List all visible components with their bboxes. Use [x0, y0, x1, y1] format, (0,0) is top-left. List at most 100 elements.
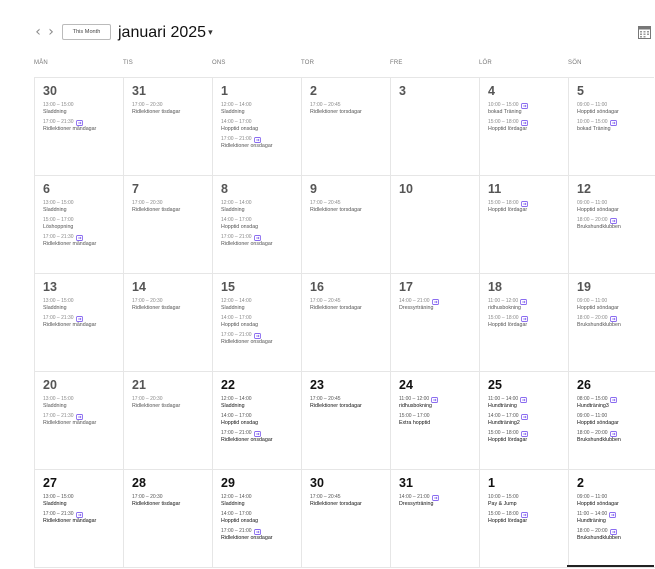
calendar-event[interactable]: 14:00 – 17:00 Hopptid onsdag — [221, 119, 301, 133]
calendar-event[interactable]: 12:00 – 14:00 Sladdning — [221, 494, 301, 508]
calendar-event[interactable]: 15:00 – 18:00 Hopptid lördagar — [488, 430, 568, 444]
calendar-event[interactable]: 13:00 – 15:00 Sladdning — [43, 200, 123, 214]
day-cell[interactable]: 3 — [391, 78, 480, 176]
calendar-event[interactable]: 15:00 – 18:00 Hopptid lördagar — [488, 315, 568, 329]
calendar-event[interactable]: 18:00 – 20:00 Brukshundklubben — [577, 217, 655, 231]
day-cell[interactable]: 27 13:00 – 15:00 Sladdning 17:00 – 21:30 Rid… — [35, 470, 124, 568]
day-cell[interactable]: 2 09:00 – 11:00 Hopptid söndagar 11:00 – 14… — [569, 470, 655, 568]
month-picker[interactable]: januari 2025 ▾ — [118, 22, 213, 42]
calendar-event[interactable]: 17:00 – 20:30 Ridlektioner tisdagar — [132, 396, 212, 410]
calendar-event[interactable]: 11:00 – 14:00 Hundträning — [488, 396, 568, 410]
day-cell[interactable]: 29 12:00 – 14:00 Sladdning 14:00 – 17:00 Hop… — [213, 470, 302, 568]
day-cell[interactable]: 19 09:00 – 11:00 Hopptid söndagar 18:00 – 2… — [569, 274, 655, 372]
calendar-event[interactable]: 12:00 – 14:00 Sladdning — [221, 396, 301, 410]
day-cell[interactable]: 5 09:00 – 11:00 Hopptid söndagar 10:00 – 15… — [569, 78, 655, 176]
calendar-event[interactable]: 10:00 – 15:00 Pay & Jump — [488, 494, 568, 508]
calendar-event[interactable]: 17:00 – 20:45 Ridlektioner torsdagar — [310, 494, 390, 508]
day-cell[interactable]: 14 17:00 – 20:30 Ridlektioner tisdagar — [124, 274, 213, 372]
day-cell[interactable]: 30 13:00 – 15:00 Sladdning 17:00 – 21:30 Rid… — [35, 78, 124, 176]
calendar-event[interactable]: 17:00 – 20:45 Ridlektioner torsdagar — [310, 298, 390, 312]
day-cell[interactable]: 31 17:00 – 20:30 Ridlektioner tisdagar — [124, 78, 213, 176]
calendar-event[interactable]: 11:00 – 14:00 Hundträning — [577, 511, 655, 525]
day-cell[interactable]: 23 17:00 – 20:45 Ridlektioner torsdagar — [302, 372, 391, 470]
calendar-event[interactable]: 11:00 – 12:00 ridhusbokning — [399, 396, 479, 410]
calendar-event[interactable]: 17:00 – 20:45 Ridlektioner torsdagar — [310, 396, 390, 410]
day-cell[interactable]: 1 12:00 – 14:00 Sladdning 14:00 – 17:00 Hopp… — [213, 78, 302, 176]
calendar-event[interactable]: 17:00 – 21:00 Ridlektioner onsdagar — [221, 528, 301, 542]
calendar-event[interactable]: 13:00 – 15:00 Sladdning — [43, 298, 123, 312]
calendar-event[interactable]: 17:00 – 20:30 Ridlektioner tisdagar — [132, 200, 212, 214]
day-cell[interactable]: 22 12:00 – 14:00 Sladdning 14:00 – 17:00 Hop… — [213, 372, 302, 470]
calendar-event[interactable]: 17:00 – 20:30 Ridlektioner tisdagar — [132, 298, 212, 312]
day-cell[interactable]: 31 14:00 – 21:00 Dressyrträning — [391, 470, 480, 568]
day-cell[interactable]: 28 17:00 – 20:30 Ridlektioner tisdagar — [124, 470, 213, 568]
calendar-event[interactable]: 09:00 – 11:00 Hopptid söndagar — [577, 413, 655, 427]
calendar-event[interactable]: 17:00 – 21:30 Ridlektioner måndagar — [43, 119, 123, 133]
calendar-event[interactable]: 15:00 – 17:00 Extra hopptid — [399, 413, 479, 427]
calendar-event[interactable]: 17:00 – 21:30 Ridlektioner måndagar — [43, 511, 123, 525]
calendar-event[interactable]: 14:00 – 17:00 Hopptid onsdag — [221, 217, 301, 231]
day-cell[interactable]: 16 17:00 – 20:45 Ridlektioner torsdagar — [302, 274, 391, 372]
calendar-event[interactable]: 14:00 – 21:00 Dressyrträning — [399, 494, 479, 508]
calendar-event[interactable]: 12:00 – 14:00 Sladdning — [221, 102, 301, 116]
calendar-event[interactable]: 17:00 – 20:30 Ridlektioner tisdagar — [132, 494, 212, 508]
day-cell[interactable]: 10 — [391, 176, 480, 274]
calendar-event[interactable]: 10:00 – 15:00 bokad Träning — [577, 119, 655, 133]
day-cell[interactable]: 4 10:00 – 15:00 bokad Träning 15:00 – 18:00… — [480, 78, 569, 176]
day-cell[interactable]: 20 13:00 – 15:00 Sladdning 17:00 – 21:30 Rid… — [35, 372, 124, 470]
calendar-event[interactable]: 15:00 – 18:00 Hopptid lördagar — [488, 119, 568, 133]
this-month-button[interactable]: This Month — [62, 24, 111, 40]
day-cell[interactable]: 24 11:00 – 12:00 ridhusbokning 15:00 – 17:0… — [391, 372, 480, 470]
calendar-event[interactable]: 18:00 – 20:00 Brukshundklubben — [577, 430, 655, 444]
chevron-right-icon[interactable]: › — [44, 24, 58, 40]
calendar-event[interactable]: 09:00 – 11:00 Hopptid söndagar — [577, 102, 655, 116]
calendar-event[interactable]: 15:00 – 17:00 Löshoppning — [43, 217, 123, 231]
day-cell[interactable]: 12 09:00 – 11:00 Hopptid söndagar 18:00 – 2… — [569, 176, 655, 274]
calendar-event[interactable]: 11:00 – 12:00 ridhusbokning — [488, 298, 568, 312]
calendar-event[interactable]: 17:00 – 21:00 Ridlektioner onsdagar — [221, 136, 301, 150]
day-cell[interactable]: 30 17:00 – 20:45 Ridlektioner torsdagar — [302, 470, 391, 568]
calendar-event[interactable]: 13:00 – 15:00 Sladdning — [43, 396, 123, 410]
calendar-event[interactable]: 14:00 – 17:00 Hopptid onsdag — [221, 413, 301, 427]
calendar-event[interactable]: 17:00 – 20:30 Ridlektioner tisdagar — [132, 102, 212, 116]
calendar-event[interactable]: 14:00 – 17:00 Hopptid onsdag — [221, 315, 301, 329]
calendar-event[interactable]: 10:00 – 15:00 bokad Träning — [488, 102, 568, 116]
calendar-event[interactable]: 14:00 – 17:00 Hundträning2 — [488, 413, 568, 427]
calendar-event[interactable]: 12:00 – 14:00 Sladdning — [221, 200, 301, 214]
calendar-event[interactable]: 17:00 – 21:30 Ridlektioner måndagar — [43, 234, 123, 248]
day-cell[interactable]: 6 13:00 – 15:00 Sladdning 15:00 – 17:00 Lösh… — [35, 176, 124, 274]
day-cell[interactable]: 7 17:00 – 20:30 Ridlektioner tisdagar — [124, 176, 213, 274]
day-cell[interactable]: 25 11:00 – 14:00 Hundträning 14:00 – 17:00 H… — [480, 372, 569, 470]
calendar-icon[interactable] — [638, 25, 651, 39]
day-cell[interactable]: 13 13:00 – 15:00 Sladdning 17:00 – 21:30 Rid… — [35, 274, 124, 372]
chevron-left-icon[interactable]: ‹ — [31, 24, 45, 40]
calendar-event[interactable]: 17:00 – 20:45 Ridlektioner torsdagar — [310, 200, 390, 214]
day-cell[interactable]: 26 08:00 – 15:00 Hundträning3 09:00 – 11:00… — [569, 372, 655, 470]
day-cell[interactable]: 17 14:00 – 21:00 Dressyrträning — [391, 274, 480, 372]
calendar-event[interactable]: 17:00 – 21:00 Ridlektioner onsdagar — [221, 332, 301, 346]
calendar-event[interactable]: 15:00 – 18:00 Hopptid lördagar — [488, 200, 568, 214]
calendar-event[interactable]: 17:00 – 21:00 Ridlektioner onsdagar — [221, 234, 301, 248]
day-cell[interactable]: 15 12:00 – 14:00 Sladdning 14:00 – 17:00 Hop… — [213, 274, 302, 372]
day-cell[interactable]: 21 17:00 – 20:30 Ridlektioner tisdagar — [124, 372, 213, 470]
calendar-event[interactable]: 17:00 – 21:30 Ridlektioner måndagar — [43, 315, 123, 329]
calendar-event[interactable]: 13:00 – 15:00 Sladdning — [43, 494, 123, 508]
day-cell[interactable]: 18 11:00 – 12:00 ridhusbokning 15:00 – 18:0… — [480, 274, 569, 372]
calendar-event[interactable]: 13:00 – 15:00 Sladdning — [43, 102, 123, 116]
calendar-event[interactable]: 09:00 – 11:00 Hopptid söndagar — [577, 298, 655, 312]
day-cell[interactable]: 11 15:00 – 18:00 Hopptid lördagar — [480, 176, 569, 274]
calendar-event[interactable]: 09:00 – 11:00 Hopptid söndagar — [577, 200, 655, 214]
day-cell[interactable]: 9 17:00 – 20:45 Ridlektioner torsdagar — [302, 176, 391, 274]
calendar-event[interactable]: 08:00 – 15:00 Hundträning3 — [577, 396, 655, 410]
day-cell[interactable]: 1 10:00 – 15:00 Pay & Jump 15:00 – 18:00 Hop… — [480, 470, 569, 568]
day-cell[interactable]: 2 17:00 – 20:45 Ridlektioner torsdagar — [302, 78, 391, 176]
calendar-event[interactable]: 17:00 – 20:45 Ridlektioner torsdagar — [310, 102, 390, 116]
calendar-event[interactable]: 14:00 – 21:00 Dressyrträning — [399, 298, 479, 312]
day-cell[interactable]: 8 12:00 – 14:00 Sladdning 14:00 – 17:00 Hopp… — [213, 176, 302, 274]
calendar-event[interactable]: 12:00 – 14:00 Sladdning — [221, 298, 301, 312]
calendar-event[interactable]: 17:00 – 21:30 Ridlektioner måndagar — [43, 413, 123, 427]
calendar-event[interactable]: 18:00 – 20:00 Brukshundklubben — [577, 528, 655, 542]
calendar-event[interactable]: 09:00 – 11:00 Hopptid söndagar — [577, 494, 655, 508]
calendar-event[interactable]: 14:00 – 17:00 Hopptid onsdag — [221, 511, 301, 525]
calendar-event[interactable]: 18:00 – 20:00 Brukshundklubben — [577, 315, 655, 329]
